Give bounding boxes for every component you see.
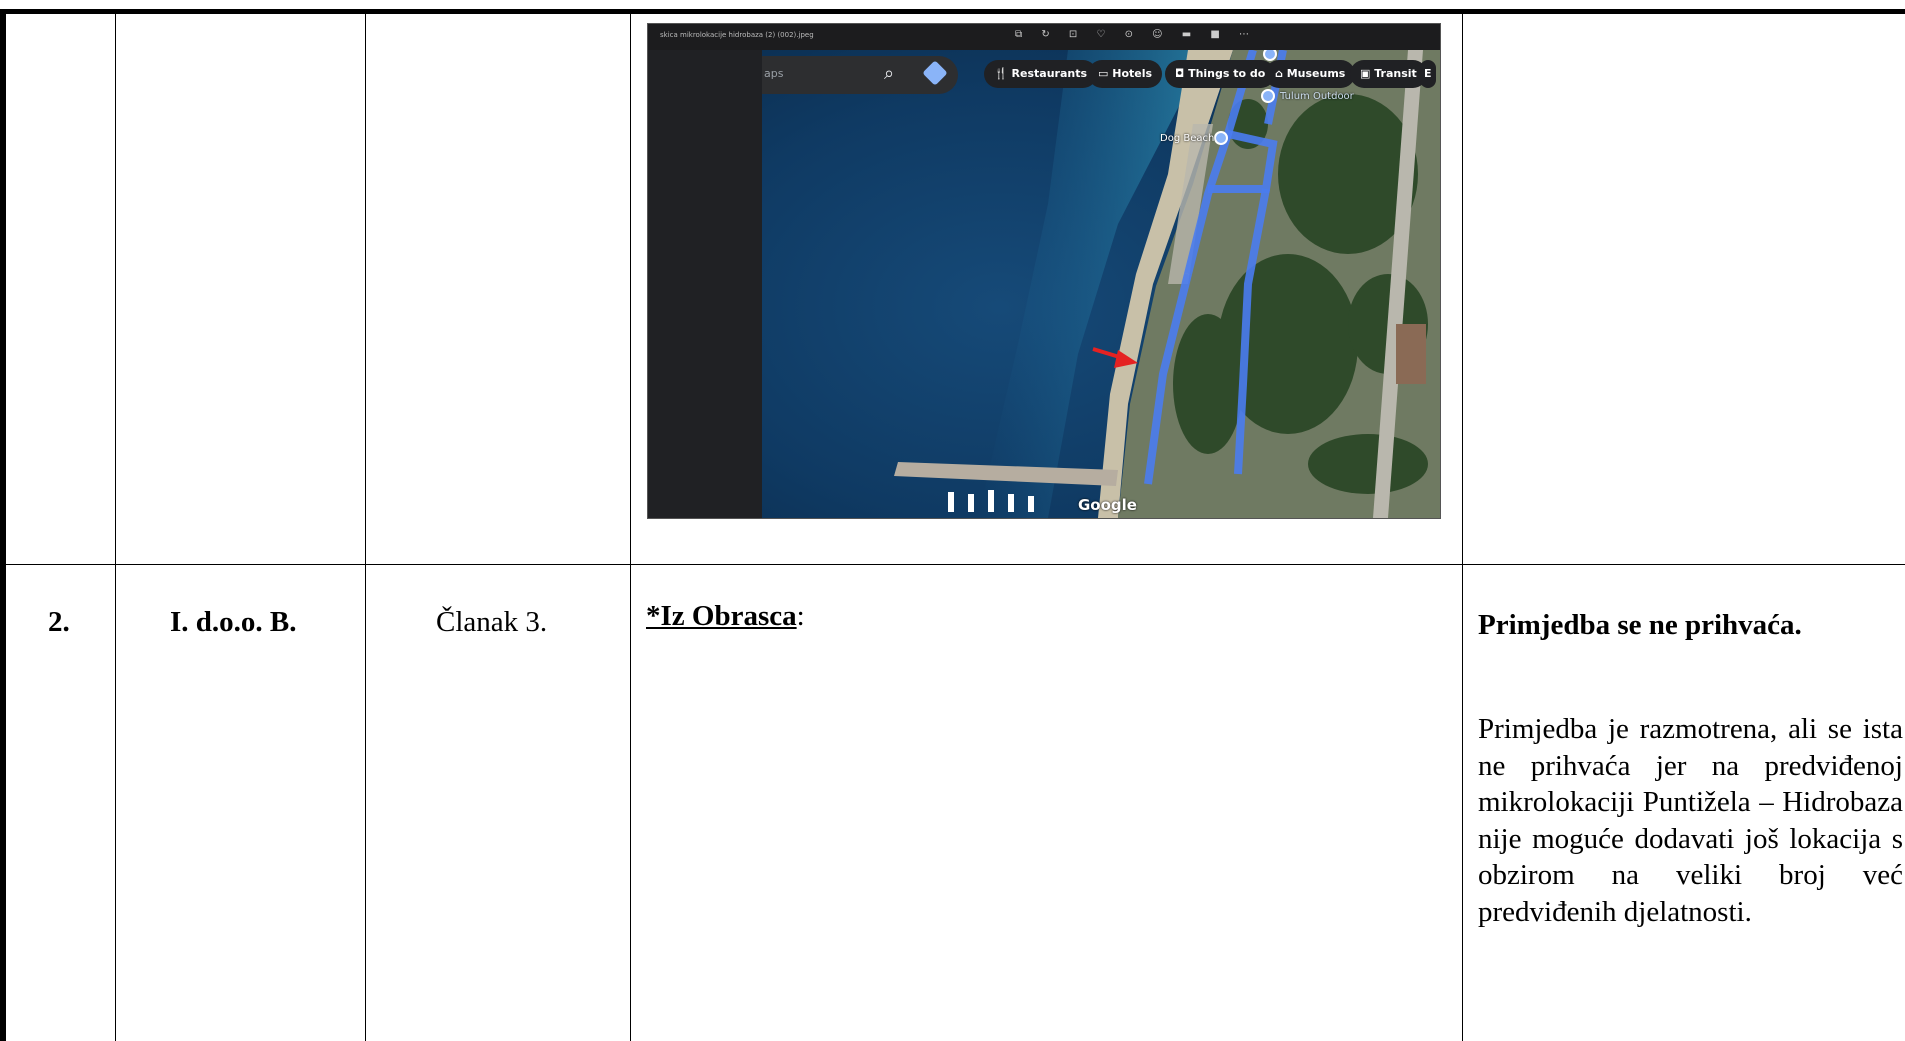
chip-label: Museums — [1286, 67, 1346, 80]
table-left-border — [0, 10, 6, 1041]
maps-search-box[interactable]: aps ⌕ — [762, 56, 958, 94]
maps-side-panel — [648, 50, 762, 518]
viewer-title-bar: skica mikrolokacije hidrobaza (2) (002).… — [648, 24, 1440, 50]
decision-text: Primjedba je razmotrena, ali se ista ne … — [1478, 713, 1903, 928]
chip-label: Hotels — [1112, 67, 1153, 80]
row-divider — [0, 564, 1905, 565]
chip-things-to-do[interactable]: ◘ Things to do — [1165, 60, 1276, 88]
decision-title: Primjedba se ne prihvaća. — [1478, 609, 1802, 641]
search-icon[interactable]: ⌕ — [884, 63, 894, 84]
chip-label: Restaurants — [1011, 67, 1088, 80]
map-screenshot: skica mikrolokacije hidrobaza (2) (002).… — [648, 24, 1440, 518]
comment-heading-text: *Iz Obrasca — [646, 600, 797, 632]
map-label-outdoor: Tulum Outdoor — [1280, 91, 1354, 102]
pin-icon[interactable] — [1214, 131, 1228, 145]
comment-heading: *Iz Obrasca: — [646, 598, 805, 634]
chip-label: Transit — [1374, 67, 1417, 80]
map-label-dog-beach: Dog Beach — [1160, 133, 1215, 144]
article: Članak 3. — [436, 606, 548, 638]
chip-label: Things to do — [1188, 67, 1266, 80]
column-divider — [365, 10, 366, 1041]
viewer-toolbar-icons[interactable]: ⧉ ↻ ⊡ ♡ ⊙ ☺ ▬ ■ ⋯ — [1015, 29, 1257, 40]
column-divider — [630, 10, 631, 1041]
directions-icon[interactable] — [922, 60, 948, 86]
table-top-border — [0, 9, 1905, 14]
file-name: skica mikrolokacije hidrobaza (2) (002).… — [660, 31, 814, 39]
chip-hotels[interactable]: ▭ Hotels — [1088, 60, 1163, 88]
chip-label: E — [1424, 67, 1432, 80]
column-divider — [115, 10, 116, 1041]
column-divider — [1462, 10, 1463, 1041]
chip-museums[interactable]: ⌂ Museums — [1265, 60, 1356, 88]
google-logo: Google — [1078, 496, 1137, 514]
chip-transit[interactable]: ▣ Transit — [1350, 60, 1427, 88]
submitter: I. d.o.o. B. — [170, 606, 297, 638]
comment-heading-colon: : — [796, 600, 805, 632]
chip-restaurants[interactable]: 🍴 Restaurants — [984, 60, 1098, 88]
search-text: aps — [764, 67, 784, 80]
chip-more[interactable]: E — [1420, 60, 1436, 88]
pin-icon[interactable] — [1261, 89, 1275, 103]
row-number: 2. — [48, 606, 70, 638]
